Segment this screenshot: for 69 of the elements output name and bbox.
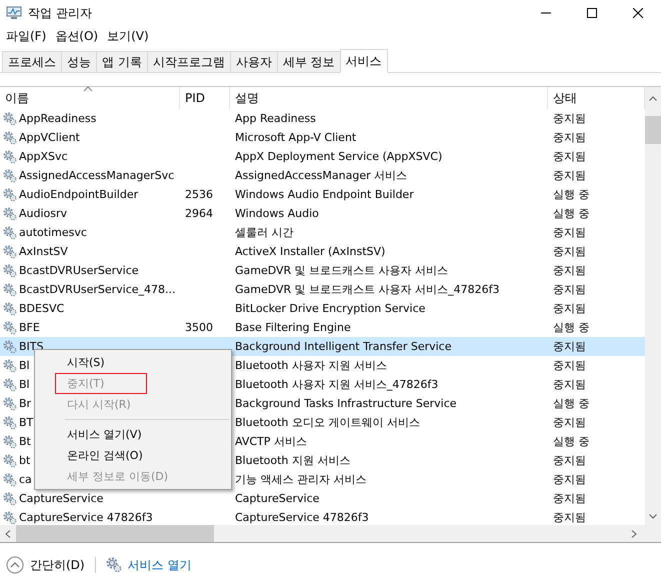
service-name: BDESVC (19, 302, 64, 315)
status-cell-text: 중지됨 (552, 282, 587, 298)
service-name: BT (19, 416, 34, 429)
status-cell-text: 중지됨 (552, 301, 587, 317)
status-cell-text: 중지됨 (552, 415, 587, 431)
status-cell-text: 중지됨 (552, 472, 587, 488)
service-name: autotimesvc (19, 226, 87, 239)
description-cell-text: BitLocker Drive Encryption Service (234, 301, 426, 317)
status-cell-text: 중지됨 (552, 510, 587, 525)
status-cell-text: 중지됨 (552, 491, 587, 507)
description-cell-text: ActiveX Installer (AxInstSV) (234, 244, 386, 260)
description-cell-text: AVCTP 서비스 (234, 434, 308, 450)
status-cell-text: 중지됨 (552, 244, 587, 260)
service-name: ca (19, 473, 32, 486)
status-cell-text: 중지됨 (552, 358, 587, 374)
description-cell-text: CaptureService (234, 491, 320, 507)
status-cell-text: 중지됨 (552, 225, 587, 241)
description-cell-text: Microsoft App-V Client (234, 130, 358, 146)
description-cell-text: Windows Audio (234, 206, 320, 222)
status-cell-text: 중지됨 (552, 263, 587, 279)
status-cell-text: 중지됨 (552, 149, 587, 165)
description-cell-text: Bluetooth 사용자 지원 서비스_47826f3 (234, 377, 440, 393)
status-cell-text: 중지됨 (552, 168, 587, 184)
pid-cell-text: 3500 (184, 320, 214, 336)
status-cell-text: 중지됨 (552, 453, 587, 469)
pid-cell-text: 2536 (184, 187, 214, 203)
service-name: AssignedAccessManagerSvc (19, 169, 174, 182)
description-cell-text: Bluetooth 오디오 게이트웨이 서비스 (234, 415, 421, 431)
description-cell-text: Base Filtering Engine (234, 320, 352, 336)
service-name: bt (19, 454, 30, 467)
description-cell-text: CaptureService 47826f3 (234, 510, 370, 525)
description-cell-text: Windows Audio Endpoint Builder (234, 187, 415, 203)
description-cell-text: 셀룰러 시간 (234, 225, 294, 241)
status-cell-text: 실행 중 (552, 396, 590, 412)
description-cell-text: Bluetooth 사용자 지원 서비스 (234, 358, 388, 374)
status-cell-text: 실행 중 (552, 434, 590, 450)
status-cell-text: 중지됨 (552, 111, 587, 127)
service-name: Audiosrv (19, 207, 68, 220)
service-name: BFE (19, 321, 40, 334)
service-name: AxInstSV (19, 245, 68, 258)
status-cell-text: 실행 중 (552, 187, 590, 203)
window-title: 작업 관리자 (28, 4, 93, 22)
description-cell-text: Bluetooth 지원 서비스 (234, 453, 352, 469)
status-cell: 중지됨 (548, 337, 645, 356)
service-name: AppReadiness (19, 112, 96, 125)
service-name: CaptureService (19, 492, 104, 505)
description-cell-text: App Readiness (234, 111, 317, 127)
service-name: Bt (19, 435, 31, 448)
description-cell-text: AssignedAccessManager 서비스 (234, 168, 408, 184)
description-cell: Background Intelligent Transfer Service (230, 337, 548, 356)
service-name: AudioEndpointBuilder (19, 188, 138, 201)
description-cell-text: AppX Deployment Service (AppXSVC) (234, 149, 444, 165)
service-name: BcastDVRUserService (19, 264, 139, 277)
service-name: AppXSvc (19, 150, 68, 163)
status-cell-text: 실행 중 (552, 206, 590, 222)
status-cell-text: 실행 중 (552, 320, 590, 336)
description-cell-text: Background Tasks Infrastructure Service (234, 396, 458, 412)
service-name: AppVClient (19, 131, 80, 144)
service-name: CaptureService 47826f3 (19, 511, 153, 524)
service-name: Bl (19, 359, 30, 372)
service-name: Br (19, 397, 32, 410)
description-cell-text: 기능 액세스 관리자 서비스 (234, 472, 368, 488)
description-cell-text: GameDVR 및 브로드캐스트 사용자 서비스 (234, 263, 450, 279)
service-name: BcastDVRUserService_478... (19, 283, 176, 296)
pid-cell-text: 2964 (184, 206, 214, 222)
status-cell-text: 중지됨 (552, 130, 587, 146)
service-name: Bl (19, 378, 30, 391)
description-cell-text: GameDVR 및 브로드캐스트 사용자 서비스_47826f3 (234, 282, 501, 298)
status-cell-text: 중지됨 (552, 377, 587, 393)
